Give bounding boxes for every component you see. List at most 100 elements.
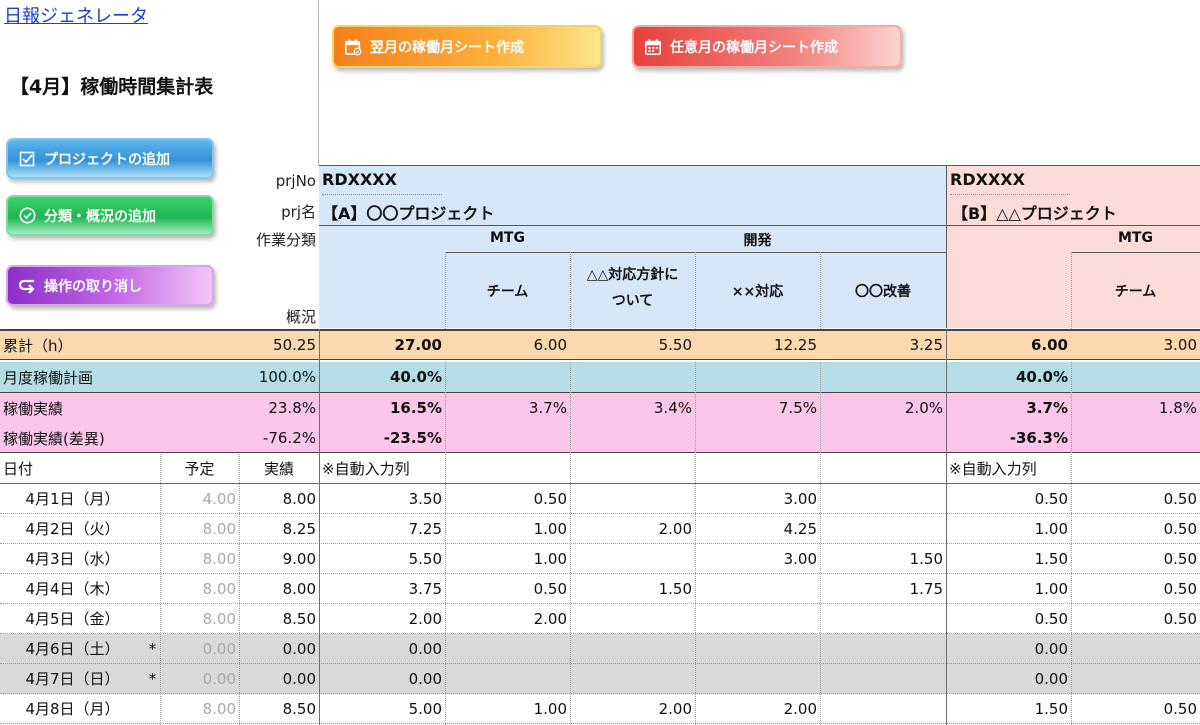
cell-a-policy[interactable]: 2.00 xyxy=(570,514,695,543)
undo-button[interactable]: 操作の取り消し xyxy=(6,265,214,306)
cell-a-xx[interactable] xyxy=(695,574,820,603)
project-b-name[interactable]: 【B】△△プロジェクト xyxy=(952,200,1117,224)
app-link[interactable]: 日報ジェネレータ xyxy=(4,2,148,28)
cell-b-team[interactable] xyxy=(1071,634,1200,663)
col-sep xyxy=(570,252,571,329)
cell-b-team[interactable] xyxy=(1071,664,1200,693)
cell-actual[interactable]: 8.25 xyxy=(239,514,319,543)
cell-a-policy[interactable]: 2.00 xyxy=(570,694,695,723)
cell-a-oo[interactable]: 1.50 xyxy=(820,544,946,573)
category-a-mtg[interactable]: MTG xyxy=(445,230,570,246)
cell-b-team[interactable]: 0.50 xyxy=(1071,694,1200,723)
add-category-button[interactable]: 分類・概況の追加 xyxy=(6,195,214,236)
cell-planned[interactable]: 8.00 xyxy=(160,544,239,573)
cell-planned[interactable]: 8.00 xyxy=(160,694,239,723)
cell-a-total[interactable]: 2.00 xyxy=(319,604,445,633)
cell-a-total[interactable]: 0.00 xyxy=(319,634,445,663)
cell-b-total[interactable]: 0.00 xyxy=(946,634,1071,663)
cell-a-policy[interactable] xyxy=(570,544,695,573)
cell-b-team[interactable]: 0.50 xyxy=(1071,484,1200,513)
cell-actual[interactable]: 0.00 xyxy=(239,634,319,663)
cell-b-total[interactable]: 0.00 xyxy=(946,664,1071,693)
cell-a-xx[interactable] xyxy=(695,664,820,693)
cell-a-team[interactable]: 0.50 xyxy=(445,484,570,513)
cell-a-total[interactable]: 7.25 xyxy=(319,514,445,543)
category-a-dev[interactable]: 開発 xyxy=(695,230,820,250)
status-b-team[interactable]: チーム xyxy=(1071,281,1200,301)
cell-actual[interactable]: 8.00 xyxy=(239,484,319,513)
cell-a-total[interactable]: 5.50 xyxy=(319,544,445,573)
status-a-team[interactable]: チーム xyxy=(445,281,570,301)
project-a-name[interactable]: 【A】〇〇プロジェクト xyxy=(322,200,494,224)
cell-a-policy[interactable] xyxy=(570,664,695,693)
cell-holiday-mark xyxy=(145,514,160,543)
cell-a-team[interactable]: 1.00 xyxy=(445,544,570,573)
cell-b-total[interactable]: 0.50 xyxy=(946,604,1071,633)
cell-b-total[interactable]: 1.00 xyxy=(946,574,1071,603)
status-a-policy[interactable]: △△対応方針に ついて xyxy=(570,262,695,314)
cell-actual[interactable]: 8.50 xyxy=(239,694,319,723)
cell-actual[interactable]: 9.00 xyxy=(239,544,319,573)
cell-holiday-mark: * xyxy=(148,669,157,688)
cell-a-oo[interactable] xyxy=(820,604,946,633)
cell-a-policy[interactable]: 1.50 xyxy=(570,574,695,603)
cell-actual[interactable]: 8.00 xyxy=(239,574,319,603)
cell-b-team[interactable]: 0.50 xyxy=(1071,604,1200,633)
cell-a-total[interactable]: 0.00 xyxy=(319,664,445,693)
cell-a-xx[interactable]: 3.00 xyxy=(695,544,820,573)
project-a-no[interactable]: RDXXXX xyxy=(322,170,397,189)
cell-a-xx[interactable]: 4.25 xyxy=(695,514,820,543)
cell-a-total[interactable]: 5.00 xyxy=(319,694,445,723)
cell-a-oo[interactable] xyxy=(820,634,946,663)
cell-a-xx[interactable]: 2.00 xyxy=(695,694,820,723)
cell-planned[interactable]: 8.00 xyxy=(160,574,239,603)
table-row: 4月7日（日） * 0.00 0.00 0.00 0.00 xyxy=(0,664,1200,694)
cell-a-total[interactable]: 3.75 xyxy=(319,574,445,603)
cell-planned[interactable]: 8.00 xyxy=(160,514,239,543)
cell-actual[interactable]: 0.00 xyxy=(239,664,319,693)
cell-actual[interactable]: 8.50 xyxy=(239,604,319,633)
cell-a-team[interactable] xyxy=(445,634,570,663)
cell-b-team[interactable]: 0.50 xyxy=(1071,544,1200,573)
cell-a-policy[interactable] xyxy=(570,604,695,633)
cell-a-team[interactable]: 1.00 xyxy=(445,514,570,543)
project-b-no[interactable]: RDXXXX xyxy=(950,170,1025,189)
cell-a-policy[interactable] xyxy=(570,634,695,663)
cell-a-oo[interactable] xyxy=(820,664,946,693)
cell-a-oo[interactable]: 1.75 xyxy=(820,574,946,603)
cell-planned[interactable]: 0.00 xyxy=(160,634,239,663)
col-sep xyxy=(695,362,696,725)
checkbox-icon xyxy=(18,150,36,168)
cell-a-xx[interactable] xyxy=(695,604,820,633)
any-month-sheet-button[interactable]: 任意月の稼働月シート作成 xyxy=(632,25,902,68)
cell-planned[interactable]: 4.00 xyxy=(160,484,239,513)
status-label: 概況 xyxy=(285,308,316,326)
next-month-sheet-button[interactable]: 翌月の稼働月シート作成 xyxy=(332,25,602,68)
cell-b-team[interactable]: 0.50 xyxy=(1071,574,1200,603)
status-a-oo[interactable]: 〇〇改善 xyxy=(820,281,946,301)
category-b-mtg[interactable]: MTG xyxy=(1071,230,1200,246)
cell-a-team[interactable]: 2.00 xyxy=(445,604,570,633)
cell-a-team[interactable] xyxy=(445,664,570,693)
col-sep xyxy=(1071,362,1072,725)
cell-b-total[interactable]: 0.50 xyxy=(946,484,1071,513)
cell-a-total[interactable]: 3.50 xyxy=(319,484,445,513)
cell-b-total[interactable]: 1.00 xyxy=(946,514,1071,543)
cell-a-oo[interactable] xyxy=(820,484,946,513)
cell-a-xx[interactable]: 3.00 xyxy=(695,484,820,513)
cell-b-total[interactable]: 1.50 xyxy=(946,544,1071,573)
cell-a-team[interactable]: 0.50 xyxy=(445,574,570,603)
actual-a-team: 3.7% xyxy=(528,399,567,417)
cell-planned[interactable]: 8.00 xyxy=(160,604,239,633)
cell-b-team[interactable]: 0.50 xyxy=(1071,514,1200,543)
cell-planned[interactable]: 0.00 xyxy=(160,664,239,693)
cell-a-oo[interactable] xyxy=(820,514,946,543)
cell-a-team[interactable]: 1.00 xyxy=(445,694,570,723)
cell-a-policy[interactable] xyxy=(570,484,695,513)
cell-a-xx[interactable] xyxy=(695,634,820,663)
cell-a-oo[interactable] xyxy=(820,694,946,723)
add-project-button[interactable]: プロジェクトの追加 xyxy=(6,138,214,179)
cell-b-total[interactable]: 1.50 xyxy=(946,694,1071,723)
project-b-no-underline xyxy=(950,194,1070,195)
status-a-xx[interactable]: ××対応 xyxy=(695,281,820,301)
